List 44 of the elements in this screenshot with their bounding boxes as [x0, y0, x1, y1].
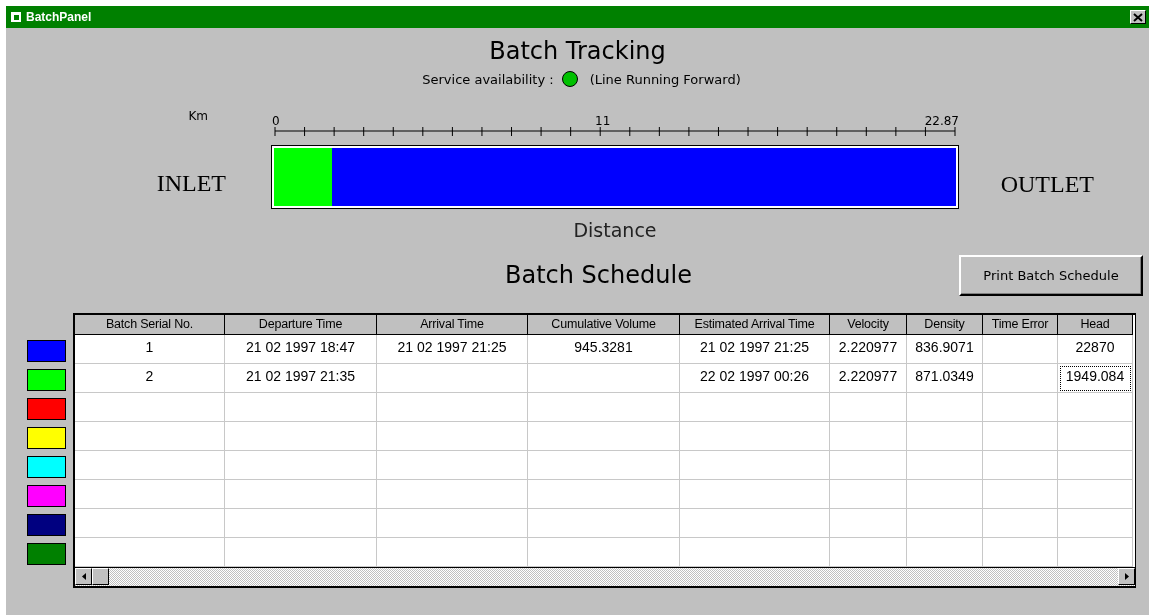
window-title: BatchPanel: [26, 10, 93, 24]
scroll-thumb[interactable]: [92, 568, 109, 585]
table-cell: 22 02 1997 00:26: [680, 364, 830, 393]
scroll-right-button[interactable]: [1118, 568, 1135, 585]
table-cell: 21 02 1997 21:35: [225, 364, 377, 393]
table-cell: 1949.084: [1058, 364, 1133, 393]
axis-label: Distance: [573, 219, 657, 241]
column-header[interactable]: Time Error: [983, 315, 1058, 335]
table-cell: 22870: [1058, 335, 1133, 364]
column-header[interactable]: Batch Serial No.: [75, 315, 225, 335]
column-header[interactable]: Density: [907, 315, 983, 335]
scale-label: 0: [272, 114, 280, 128]
column-header[interactable]: Departure Time: [225, 315, 377, 335]
scroll-left-button[interactable]: [75, 568, 92, 585]
close-button[interactable]: [1130, 10, 1146, 24]
scale-label: 22.87: [924, 114, 959, 128]
column-header[interactable]: Arrival Time: [377, 315, 528, 335]
table-cell: 1: [75, 335, 225, 364]
table-cell: 945.3281: [528, 335, 680, 364]
table-cell: 21 02 1997 21:25: [680, 335, 830, 364]
app-icon: [10, 11, 22, 23]
service-status: (Line Running Forward): [589, 71, 741, 87]
column-header[interactable]: Head: [1058, 315, 1133, 335]
table-cell: 836.9071: [907, 335, 983, 364]
left-arrow-icon: [81, 573, 86, 580]
table-cell: 871.0349: [907, 364, 983, 393]
outlet-label: OUTLET: [1000, 171, 1094, 198]
schedule-title: Batch Schedule: [505, 261, 692, 289]
print-button[interactable]: Print Batch Schedule: [959, 254, 1143, 296]
table-cell: 2.220977: [830, 335, 907, 364]
inlet-label: INLET: [156, 170, 226, 197]
column-header[interactable]: Estimated Arrival Time: [680, 315, 830, 335]
service-label: Service availability :: [422, 71, 554, 87]
table-cell: 2: [75, 364, 225, 393]
table-cell: 21 02 1997 21:25: [377, 335, 528, 364]
column-header[interactable]: Cumulative Volume: [528, 315, 680, 335]
horizontal-scrollbar[interactable]: [75, 567, 1135, 586]
column-header[interactable]: Velocity: [830, 315, 907, 335]
scale-label: 11: [595, 114, 611, 128]
table-cell: 2.220977: [830, 364, 907, 393]
right-arrow-icon: [1124, 573, 1129, 580]
unit-label: Km: [188, 109, 208, 123]
table-cell: 21 02 1997 18:47: [225, 335, 377, 364]
tracking-title: Batch Tracking: [489, 37, 666, 65]
